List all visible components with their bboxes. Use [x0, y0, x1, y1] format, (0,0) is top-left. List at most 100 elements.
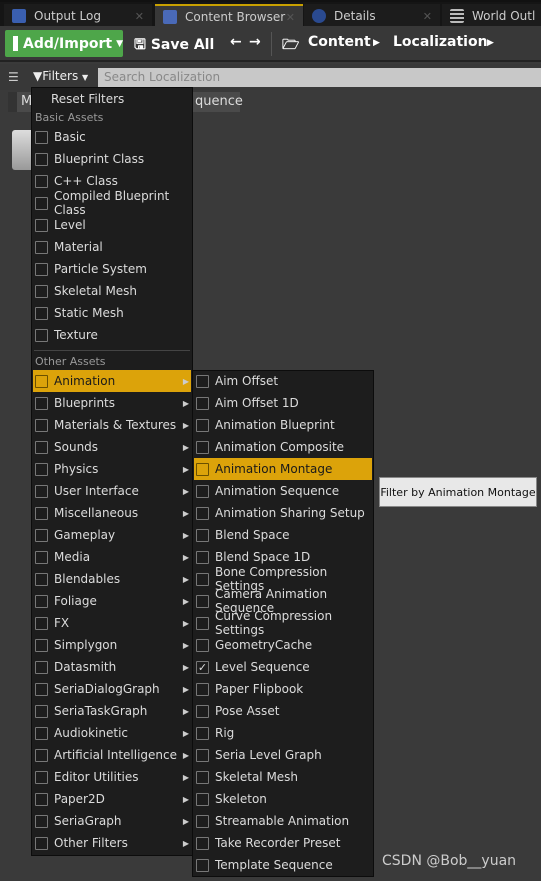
- checkbox[interactable]: [35, 748, 48, 762]
- menu-item-sounds[interactable]: Sounds ▶: [33, 436, 191, 458]
- menu-item-streamable-animation[interactable]: Streamable Animation: [194, 810, 372, 832]
- filters-button[interactable]: ▼Filters ▼: [33, 69, 88, 83]
- breadcrumb-content[interactable]: Content: [308, 34, 371, 50]
- save-all-button[interactable]: 🖫 Save All: [134, 34, 214, 58]
- checkbox[interactable]: [35, 572, 48, 586]
- reset-filters-item[interactable]: Reset Filters: [33, 88, 191, 110]
- checkbox[interactable]: [35, 638, 48, 652]
- checkbox[interactable]: [35, 196, 48, 210]
- checkbox[interactable]: [35, 528, 48, 542]
- checkbox[interactable]: [196, 528, 209, 542]
- checkbox[interactable]: [35, 240, 48, 254]
- checkbox[interactable]: [35, 174, 48, 188]
- menu-item-seriagraph[interactable]: SeriaGraph ▶: [33, 810, 191, 832]
- menu-item-aim-offset-1d[interactable]: Aim Offset 1D: [194, 392, 372, 414]
- menu-item-texture[interactable]: Texture: [33, 324, 191, 346]
- checkbox[interactable]: [196, 682, 209, 696]
- menu-item-other-filters[interactable]: Other Filters ▶: [33, 832, 191, 854]
- checkbox[interactable]: [196, 484, 209, 498]
- checkbox[interactable]: [35, 262, 48, 276]
- checkbox[interactable]: [35, 770, 48, 784]
- checkbox[interactable]: [196, 748, 209, 762]
- menu-item-skeletal-mesh[interactable]: Skeletal Mesh: [33, 280, 191, 302]
- checkbox[interactable]: [35, 814, 48, 828]
- menu-item-audiokinetic[interactable]: Audiokinetic ▶: [33, 722, 191, 744]
- checkbox[interactable]: [196, 550, 209, 564]
- checkbox[interactable]: [196, 462, 209, 476]
- tab-content-browser[interactable]: Content Browser ✕: [155, 4, 303, 28]
- checkbox[interactable]: [196, 814, 209, 828]
- menu-item-foliage[interactable]: Foliage ▶: [33, 590, 191, 612]
- back-button[interactable]: ←: [230, 34, 242, 50]
- checkbox[interactable]: [35, 396, 48, 410]
- checkbox[interactable]: [35, 792, 48, 806]
- checkbox[interactable]: [196, 506, 209, 520]
- sources-toggle-icon[interactable]: ☰: [8, 70, 19, 84]
- checkbox[interactable]: [196, 638, 209, 652]
- breadcrumb-localization[interactable]: Localization: [393, 34, 488, 50]
- checkbox[interactable]: [35, 704, 48, 718]
- checkbox[interactable]: [196, 792, 209, 806]
- menu-item-seriadialoggraph[interactable]: SeriaDialogGraph ▶: [33, 678, 191, 700]
- checkbox[interactable]: [35, 374, 48, 388]
- menu-item-miscellaneous[interactable]: Miscellaneous ▶: [33, 502, 191, 524]
- menu-item-media[interactable]: Media ▶: [33, 546, 191, 568]
- checkbox[interactable]: [35, 462, 48, 476]
- menu-item-material[interactable]: Material: [33, 236, 191, 258]
- menu-item-level-sequence[interactable]: ✓ Level Sequence: [194, 656, 372, 678]
- checkbox[interactable]: [35, 506, 48, 520]
- menu-item-basic[interactable]: Basic: [33, 126, 191, 148]
- menu-item-template-sequence[interactable]: Template Sequence: [194, 854, 372, 876]
- checkbox[interactable]: [196, 440, 209, 454]
- checkbox[interactable]: [35, 152, 48, 166]
- menu-item-curve-compression-settings[interactable]: Curve Compression Settings: [194, 609, 372, 637]
- menu-item-artificial-intelligence[interactable]: Artificial Intelligence ▶: [33, 744, 191, 766]
- checkbox[interactable]: [35, 836, 48, 850]
- checkbox[interactable]: [35, 616, 48, 630]
- checkbox[interactable]: [196, 726, 209, 740]
- tab-details[interactable]: Details ✕: [304, 4, 440, 28]
- menu-item-materials-textures[interactable]: Materials & Textures ▶: [33, 414, 191, 436]
- menu-item-static-mesh[interactable]: Static Mesh: [33, 302, 191, 324]
- menu-item-paper2d[interactable]: Paper2D ▶: [33, 788, 191, 810]
- menu-item-fx[interactable]: FX ▶: [33, 612, 191, 634]
- menu-item-simplygon[interactable]: Simplygon ▶: [33, 634, 191, 656]
- breadcrumb-arrow-icon[interactable]: ▶: [487, 38, 494, 48]
- checkbox[interactable]: [35, 284, 48, 298]
- close-icon[interactable]: ✕: [423, 10, 432, 23]
- menu-item-aim-offset[interactable]: Aim Offset: [194, 370, 372, 392]
- checkbox[interactable]: [196, 836, 209, 850]
- menu-item-gameplay[interactable]: Gameplay ▶: [33, 524, 191, 546]
- menu-item-paper-flipbook[interactable]: Paper Flipbook: [194, 678, 372, 700]
- menu-item-level[interactable]: Level: [33, 214, 191, 236]
- menu-item-animation[interactable]: Animation ▶: [33, 370, 191, 392]
- checkbox[interactable]: [35, 130, 48, 144]
- menu-item-seriataskgraph[interactable]: SeriaTaskGraph ▶: [33, 700, 191, 722]
- checkbox[interactable]: ✓: [196, 660, 209, 674]
- checkbox[interactable]: [35, 418, 48, 432]
- menu-item-blend-space[interactable]: Blend Space: [194, 524, 372, 546]
- menu-item-editor-utilities[interactable]: Editor Utilities ▶: [33, 766, 191, 788]
- menu-item-take-recorder-preset[interactable]: Take Recorder Preset: [194, 832, 372, 854]
- menu-item-particle-system[interactable]: Particle System: [33, 258, 191, 280]
- close-icon[interactable]: ✕: [286, 11, 295, 24]
- checkbox[interactable]: [35, 484, 48, 498]
- checkbox[interactable]: [196, 858, 209, 872]
- menu-item-skeleton[interactable]: Skeleton: [194, 788, 372, 810]
- checkbox[interactable]: [35, 550, 48, 564]
- checkbox[interactable]: [196, 594, 209, 608]
- menu-item-user-interface[interactable]: User Interface ▶: [33, 480, 191, 502]
- menu-item-skeletal-mesh[interactable]: Skeletal Mesh: [194, 766, 372, 788]
- tab-output-log[interactable]: Output Log ✕: [4, 4, 152, 28]
- checkbox[interactable]: [35, 328, 48, 342]
- checkbox[interactable]: [35, 218, 48, 232]
- menu-item-animation-sharing-setup[interactable]: Animation Sharing Setup: [194, 502, 372, 524]
- checkbox[interactable]: [196, 418, 209, 432]
- forward-button[interactable]: →: [249, 34, 261, 50]
- checkbox[interactable]: [196, 770, 209, 784]
- menu-item-animation-sequence[interactable]: Animation Sequence: [194, 480, 372, 502]
- menu-item-blendables[interactable]: Blendables ▶: [33, 568, 191, 590]
- menu-item-geometrycache[interactable]: GeometryCache: [194, 634, 372, 656]
- menu-item-blueprint-class[interactable]: Blueprint Class: [33, 148, 191, 170]
- menu-item-rig[interactable]: Rig: [194, 722, 372, 744]
